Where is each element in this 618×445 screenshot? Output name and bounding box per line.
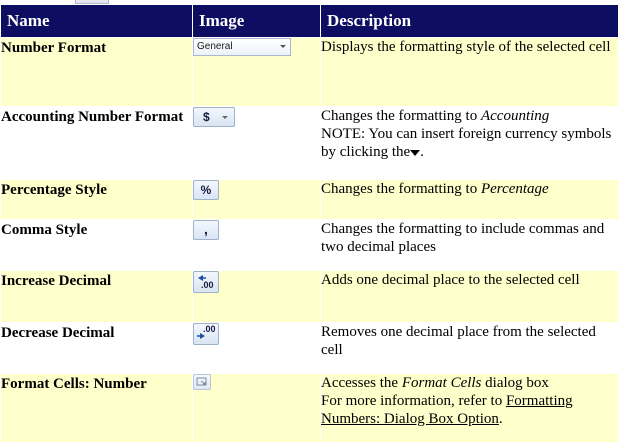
decimal-text: .00 xyxy=(201,280,214,290)
desc-prefix: Changes the formatting to xyxy=(321,181,481,197)
header-image: Image xyxy=(192,4,321,38)
increase-decimal-icon: .00 xyxy=(198,275,214,290)
increase-decimal-button[interactable]: .00 xyxy=(193,271,219,293)
decimal-text: .00 xyxy=(203,324,216,334)
table-row: Number Format General Displays the forma… xyxy=(0,37,618,107)
row-description: Changes the formatting to include commas… xyxy=(320,219,618,271)
row-image: , xyxy=(192,219,321,271)
number-format-dropdown[interactable]: General xyxy=(193,38,291,56)
table-row: Increase Decimal .00 Adds one decimal pl… xyxy=(0,270,618,323)
row-image: % xyxy=(192,179,321,220)
row-description: Changes the formatting to Percentage xyxy=(320,179,618,220)
row-name: Comma Style xyxy=(0,219,193,271)
row-image: General xyxy=(192,37,321,107)
row-name: Increase Decimal xyxy=(0,270,193,323)
row-description: Displays the formatting style of the sel… xyxy=(320,37,618,107)
desc-note-end: . xyxy=(420,144,424,160)
table-row: Decrease Decimal .00 Removes one decimal… xyxy=(0,322,618,374)
desc-italic: Accounting xyxy=(480,108,550,124)
row-name: Decrease Decimal xyxy=(0,322,193,374)
table-row: Comma Style , Changes the formatting to … xyxy=(0,219,618,271)
dropdown-icon xyxy=(280,45,286,48)
header-row: Name Image Description xyxy=(0,4,618,38)
desc-italic: Format Cells xyxy=(401,375,482,391)
row-name: Accounting Number Format xyxy=(0,106,193,180)
accounting-button[interactable]: $ xyxy=(193,107,235,127)
dialog-launcher-icon xyxy=(196,377,207,386)
row-name: Percentage Style xyxy=(0,179,193,220)
desc-note: NOTE: You can insert foreign currency sy… xyxy=(321,126,612,160)
row-description: Changes the formatting to Accounting NOT… xyxy=(320,106,618,180)
row-description: Adds one decimal place to the selected c… xyxy=(320,270,618,323)
table-row: Accounting Number Format $ Changes the f… xyxy=(0,106,618,180)
row-image: .00 xyxy=(192,270,321,323)
decrease-decimal-icon: .00 xyxy=(197,324,216,339)
desc-italic: Percentage xyxy=(480,181,549,197)
row-description: Removes one decimal place from the selec… xyxy=(320,322,618,374)
percent-icon: % xyxy=(200,183,212,197)
comma-icon: , xyxy=(204,221,208,237)
row-description: Accesses the Format Cells dialog box For… xyxy=(320,373,618,443)
desc-prefix: Accesses the xyxy=(321,375,402,391)
reference-table: Name Image Description Number Format Gen… xyxy=(0,4,618,443)
desc-prefix: Changes the formatting to xyxy=(321,108,481,124)
table-row: Percentage Style % Changes the formattin… xyxy=(0,179,618,220)
row-image: $ xyxy=(192,106,321,180)
row-name: Format Cells: Number xyxy=(0,373,193,443)
row-image: .00 xyxy=(192,322,321,374)
table-row: Format Cells: Number Accesses the Format… xyxy=(0,373,618,443)
dropdown-arrow-icon xyxy=(410,149,421,156)
desc-more: For more information, refer to xyxy=(321,393,506,409)
desc-suffix: dialog box xyxy=(481,375,549,391)
comma-button[interactable]: , xyxy=(193,220,219,240)
desc-more-end: . xyxy=(498,411,503,427)
dollar-sign-icon: $ xyxy=(203,110,210,124)
header-name: Name xyxy=(0,4,193,38)
row-image xyxy=(192,373,321,443)
chevron-down-icon xyxy=(222,116,228,119)
row-name: Number Format xyxy=(0,37,193,107)
format-cells-launcher-button[interactable] xyxy=(193,374,211,390)
decrease-decimal-button[interactable]: .00 xyxy=(193,323,219,345)
percent-button[interactable]: % xyxy=(193,180,219,200)
header-description: Description xyxy=(320,4,618,38)
dropdown-value: General xyxy=(197,41,233,52)
